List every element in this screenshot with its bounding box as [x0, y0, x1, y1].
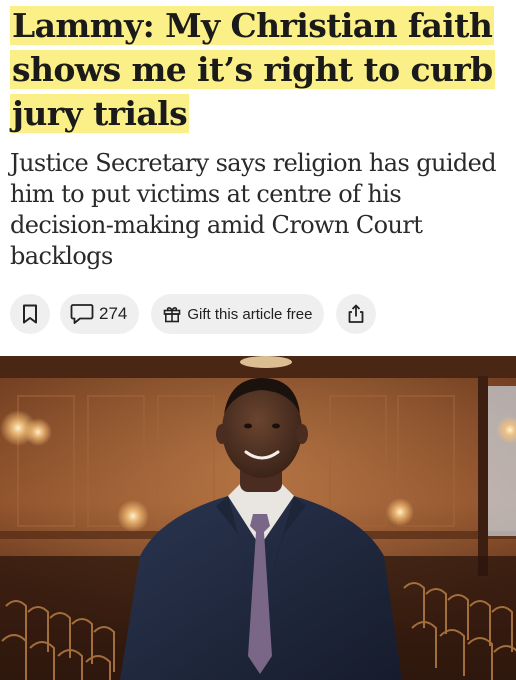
gift-article-button[interactable]: Gift this article free — [151, 294, 325, 334]
share-button[interactable] — [336, 294, 377, 334]
comment-count: 274 — [99, 304, 128, 323]
comment-icon — [70, 304, 94, 324]
article-photo-image — [0, 356, 516, 680]
comments-button[interactable]: 274 — [60, 294, 140, 334]
gift-article-label: Gift this article free — [187, 305, 313, 323]
bookmark-icon — [23, 304, 37, 324]
gift-icon — [164, 307, 181, 323]
headline: Lammy: My Christian faith shows me it’s … — [10, 4, 506, 136]
article-actions-bar: 274 Gift this article free — [10, 294, 377, 334]
share-icon — [349, 304, 364, 323]
article-photo — [0, 356, 516, 680]
standfirst: Justice Secretary says religion has guid… — [10, 149, 497, 270]
headline-text: Lammy: My Christian faith shows me it’s … — [10, 6, 495, 133]
article: Lammy: My Christian faith shows me it’s … — [0, 0, 516, 680]
bookmark-button[interactable] — [10, 294, 50, 334]
